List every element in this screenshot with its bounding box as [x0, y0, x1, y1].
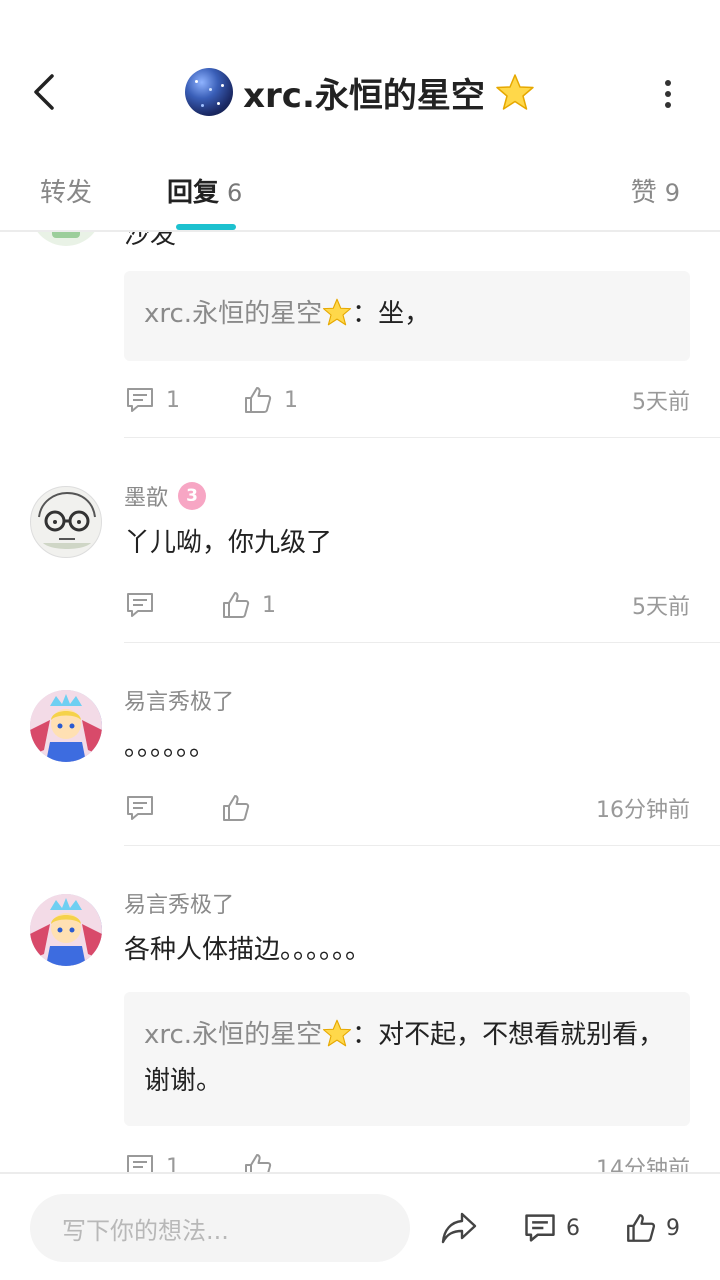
divider [124, 845, 720, 846]
comment-time: 14分钟前 [596, 1157, 690, 1172]
thumbs-up-icon [223, 592, 250, 618]
username-text: 易言秀极了 [124, 690, 235, 715]
comment-icon [525, 1214, 555, 1242]
avatar[interactable] [30, 486, 102, 558]
share-button[interactable] [440, 1210, 478, 1246]
comment-icon [127, 796, 153, 820]
tab-bar: 转发 回复 6 赞 9 [0, 150, 720, 232]
comment-actions: 1 5天前 [124, 585, 690, 625]
dot [665, 91, 671, 97]
comment-time: 16分钟前 [596, 798, 690, 823]
comments-count: 6 [566, 1215, 580, 1241]
comment-time: 5天前 [632, 595, 690, 620]
thumbs-up-icon [245, 387, 272, 413]
thumbs-up-icon [245, 1154, 272, 1172]
like-count: 1 [262, 592, 276, 618]
star-icon [323, 298, 352, 326]
quoted-reply[interactable]: xrc.永恒的星空 ：坐， [124, 271, 690, 361]
quoted-text: 坐， [378, 299, 431, 329]
thumbs-up-icon [627, 1214, 656, 1242]
tab-repost[interactable]: 转发 [40, 172, 92, 209]
avatar-image [30, 232, 102, 246]
username[interactable]: 易言秀极了 [124, 684, 234, 716]
author-avatar[interactable] [185, 68, 234, 116]
star-icon [496, 74, 534, 110]
avatar[interactable] [30, 690, 102, 762]
partial-avatar[interactable] [30, 232, 102, 246]
reply-count: 1 [166, 387, 180, 413]
tab-like[interactable]: 赞 9 [631, 172, 680, 209]
like-button[interactable] [242, 1151, 284, 1172]
tab-reply-count: 6 [227, 179, 243, 207]
more-vertical-icon [665, 80, 671, 86]
reply-button[interactable] [124, 792, 220, 824]
username-text: 易言秀极了 [124, 893, 235, 918]
avatar-image [38, 491, 96, 549]
like-count: 1 [284, 387, 298, 413]
tab-repost-label: 转发 [40, 178, 93, 208]
comment-text: 各种人体描边。。。。。。 [124, 935, 372, 965]
comment-text: 丫儿呦，你九级了 [124, 528, 333, 558]
like-post-button[interactable]: 9 [624, 1210, 680, 1246]
comment-list[interactable]: 沙发 xrc.永恒的星空 ：坐， 1 1 5天前 墨歆 3 丫儿呦，你九级了 1… [0, 232, 720, 1172]
reply-button[interactable] [124, 589, 220, 621]
like-button[interactable] [220, 792, 262, 824]
active-tab-indicator [176, 224, 236, 230]
avatar-image [30, 690, 102, 762]
page-title[interactable]: xrc.永恒的星空 [0, 66, 720, 118]
comment-actions: 16分钟前 [124, 788, 690, 828]
avatar-image [30, 894, 102, 966]
quote-separator: ： [352, 1020, 379, 1050]
like-button[interactable]: 1 [220, 589, 276, 621]
level-badge: 3 [178, 482, 207, 510]
comment-icon [127, 593, 153, 617]
comment-actions: 1 14分钟前 [124, 1147, 690, 1172]
divider [124, 642, 720, 643]
reply-button[interactable]: 1 [124, 1151, 242, 1172]
thumbs-up-icon [223, 795, 250, 821]
comments-button[interactable]: 6 [522, 1210, 580, 1246]
divider [124, 437, 720, 438]
like-button[interactable]: 1 [242, 384, 298, 416]
tab-like-count: 9 [664, 179, 680, 207]
avatar[interactable] [30, 894, 102, 966]
quoted-author[interactable]: xrc.永恒的星空 [144, 1020, 322, 1050]
tab-reply[interactable]: 回复 6 [167, 172, 242, 209]
quoted-author[interactable]: xrc.永恒的星空 [144, 299, 322, 329]
more-options-button[interactable] [656, 76, 680, 112]
username[interactable]: 易言秀极了 [124, 887, 234, 919]
comment-actions: 1 1 5天前 [124, 380, 690, 420]
username-text: 墨歆 [124, 486, 169, 511]
quote-separator: ： [352, 299, 379, 329]
bottom-action-bar: 写下你的想法... 6 9 [0, 1172, 720, 1280]
share-icon [441, 1212, 477, 1244]
top-bar: xrc.永恒的星空 [0, 0, 720, 150]
author-name: xrc.永恒的星空 [243, 75, 485, 116]
dot [665, 102, 671, 108]
tab-like-label: 赞 [630, 178, 657, 208]
reply-count: 1 [166, 1154, 180, 1173]
quoted-reply[interactable]: xrc.永恒的星空 ：对不起，不想看就别看，谢谢。 [124, 992, 690, 1126]
tab-reply-label: 回复 [167, 178, 220, 208]
comment-icon [127, 388, 153, 412]
comment-input[interactable]: 写下你的想法... [30, 1194, 410, 1262]
comment-time: 5天前 [632, 390, 690, 415]
reply-button[interactable]: 1 [124, 384, 242, 416]
comment-icon [127, 1155, 153, 1172]
username[interactable]: 墨歆 3 [124, 480, 207, 512]
likes-count: 9 [666, 1215, 680, 1241]
comment-text: 沙发 [124, 232, 177, 250]
star-icon [323, 1019, 352, 1047]
comment-text: 。。。。。。 [124, 732, 216, 762]
